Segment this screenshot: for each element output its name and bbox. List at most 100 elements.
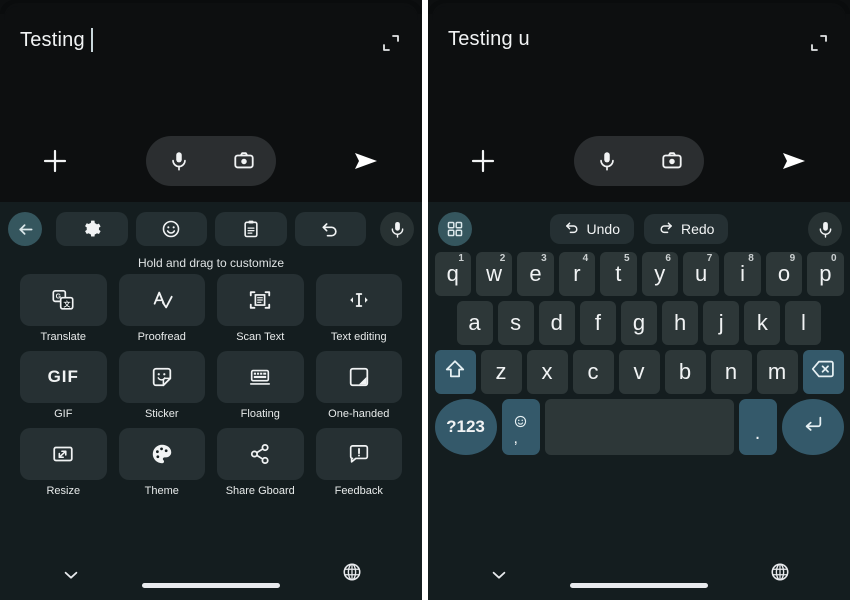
tile-label: Floating xyxy=(240,408,280,420)
emoji-icon xyxy=(514,415,527,431)
key-u[interactable]: 7u xyxy=(682,252,720,296)
key-label: r xyxy=(573,261,581,286)
globe-icon[interactable] xyxy=(770,562,790,587)
key-a[interactable]: a xyxy=(456,301,493,345)
tile-gif[interactable]: GIF GIF xyxy=(20,351,107,420)
undo-redo-group: Undo Redo xyxy=(428,214,850,244)
dual-screenshot-stage: Testing Hold and drag to customize G 文 T… xyxy=(0,0,850,600)
tile-theme[interactable]: Theme xyxy=(118,428,205,497)
microphone-icon[interactable] xyxy=(596,150,618,172)
period-key[interactable]: . xyxy=(738,399,777,455)
key-j[interactable]: j xyxy=(703,301,740,345)
send-arrow-icon[interactable] xyxy=(352,148,380,174)
redo-icon xyxy=(658,220,674,239)
key-superscript: 7 xyxy=(706,253,713,264)
tile-scan-text[interactable]: Scan Text xyxy=(217,274,304,343)
key-superscript: 4 xyxy=(582,253,589,264)
undo-icon xyxy=(564,220,580,239)
gear-icon[interactable] xyxy=(56,212,128,246)
tile-sticker[interactable]: Sticker xyxy=(118,351,205,420)
key-l[interactable]: l xyxy=(785,301,822,345)
tile-share-gboard[interactable]: Share Gboard xyxy=(217,428,304,497)
key-z[interactable]: z xyxy=(480,350,522,394)
plus-icon[interactable] xyxy=(40,146,70,176)
key-v[interactable]: v xyxy=(618,350,660,394)
enter-key[interactable] xyxy=(781,399,844,455)
shift-key[interactable] xyxy=(434,350,476,394)
key-b[interactable]: b xyxy=(664,350,706,394)
plus-icon[interactable] xyxy=(468,146,498,176)
right-message-value: Testing u xyxy=(448,28,530,50)
clipboard-icon[interactable] xyxy=(215,212,287,246)
globe-icon[interactable] xyxy=(342,562,362,587)
key-w[interactable]: 2w xyxy=(475,252,513,296)
qwerty-keyboard: 1q 2w 3e 4r 5t 6y 7u 8i 9o 0p a s d f g xyxy=(432,252,846,460)
key-superscript: 6 xyxy=(665,253,671,264)
proofread-icon xyxy=(118,274,205,326)
translate-icon: G 文 xyxy=(20,274,107,326)
key-e[interactable]: 3e xyxy=(517,252,554,296)
gif-icon: GIF xyxy=(20,351,107,403)
left-message-text[interactable]: Testing xyxy=(20,28,93,52)
arrow-back-icon[interactable] xyxy=(8,212,42,246)
floating-keyboard-icon xyxy=(217,351,304,403)
camera-icon[interactable] xyxy=(233,150,255,172)
key-s[interactable]: s xyxy=(497,301,534,345)
key-p[interactable]: 0p xyxy=(807,252,844,296)
sticker-icon xyxy=(118,351,205,403)
tile-floating[interactable]: Floating xyxy=(217,351,304,420)
voice-input-microphone-icon[interactable] xyxy=(380,212,414,246)
svg-text:文: 文 xyxy=(63,299,71,308)
key-n[interactable]: n xyxy=(710,350,752,394)
tile-one-handed[interactable]: One-handed xyxy=(315,351,402,420)
right-compose-toolbar xyxy=(432,132,846,190)
key-f[interactable]: f xyxy=(579,301,616,345)
chevron-down-icon[interactable] xyxy=(490,566,508,589)
key-x[interactable]: x xyxy=(526,350,568,394)
key-label: w xyxy=(486,261,503,286)
key-d[interactable]: d xyxy=(538,301,575,345)
undo-icon[interactable] xyxy=(294,212,366,246)
tile-feedback[interactable]: Feedback xyxy=(315,428,402,497)
microphone-icon[interactable] xyxy=(168,150,190,172)
voice-input-microphone-icon[interactable] xyxy=(808,212,842,246)
tile-text-editing[interactable]: Text editing xyxy=(315,274,402,343)
text-editing-icon xyxy=(315,274,402,326)
key-i[interactable]: 8i xyxy=(724,252,761,296)
undo-button[interactable]: Undo xyxy=(549,214,634,244)
tile-translate[interactable]: G 文 Translate xyxy=(20,274,107,343)
home-indicator[interactable] xyxy=(570,583,708,588)
key-c[interactable]: c xyxy=(572,350,614,394)
key-k[interactable]: k xyxy=(744,301,781,345)
redo-button[interactable]: Redo xyxy=(644,214,729,244)
right-message-text[interactable]: Testing u xyxy=(448,28,530,51)
camera-icon[interactable] xyxy=(661,150,683,172)
key-q[interactable]: 1q xyxy=(434,252,471,296)
backspace-key[interactable] xyxy=(802,350,844,394)
key-y[interactable]: 6y xyxy=(641,252,678,296)
chevron-down-icon[interactable] xyxy=(62,566,80,589)
emoji-comma-key[interactable]: , xyxy=(501,399,540,455)
send-arrow-icon[interactable] xyxy=(780,148,808,174)
expand-diagonal-icon[interactable] xyxy=(382,34,400,52)
key-m[interactable]: m xyxy=(756,350,798,394)
key-t[interactable]: 5t xyxy=(600,252,637,296)
home-indicator[interactable] xyxy=(142,583,280,588)
customize-hint: Hold and drag to customize xyxy=(137,256,285,270)
key-label: p xyxy=(819,261,832,286)
expand-diagonal-icon[interactable] xyxy=(810,34,828,52)
space-key[interactable] xyxy=(544,399,734,455)
left-keyboard-panel: Hold and drag to customize G 文 Translate xyxy=(0,202,422,600)
key-g[interactable]: g xyxy=(620,301,658,345)
symbols-key[interactable]: ?123 xyxy=(434,399,497,455)
key-o[interactable]: 9o xyxy=(765,252,803,296)
tile-label: Theme xyxy=(144,485,179,497)
tile-proofread[interactable]: Proofread xyxy=(118,274,205,343)
tile-label: GIF xyxy=(54,408,73,420)
key-superscript: 9 xyxy=(789,253,796,264)
feedback-icon xyxy=(315,428,402,480)
key-r[interactable]: 4r xyxy=(558,252,596,296)
emoji-icon[interactable] xyxy=(135,212,207,246)
key-h[interactable]: h xyxy=(662,301,699,345)
tile-resize[interactable]: Resize xyxy=(20,428,107,497)
